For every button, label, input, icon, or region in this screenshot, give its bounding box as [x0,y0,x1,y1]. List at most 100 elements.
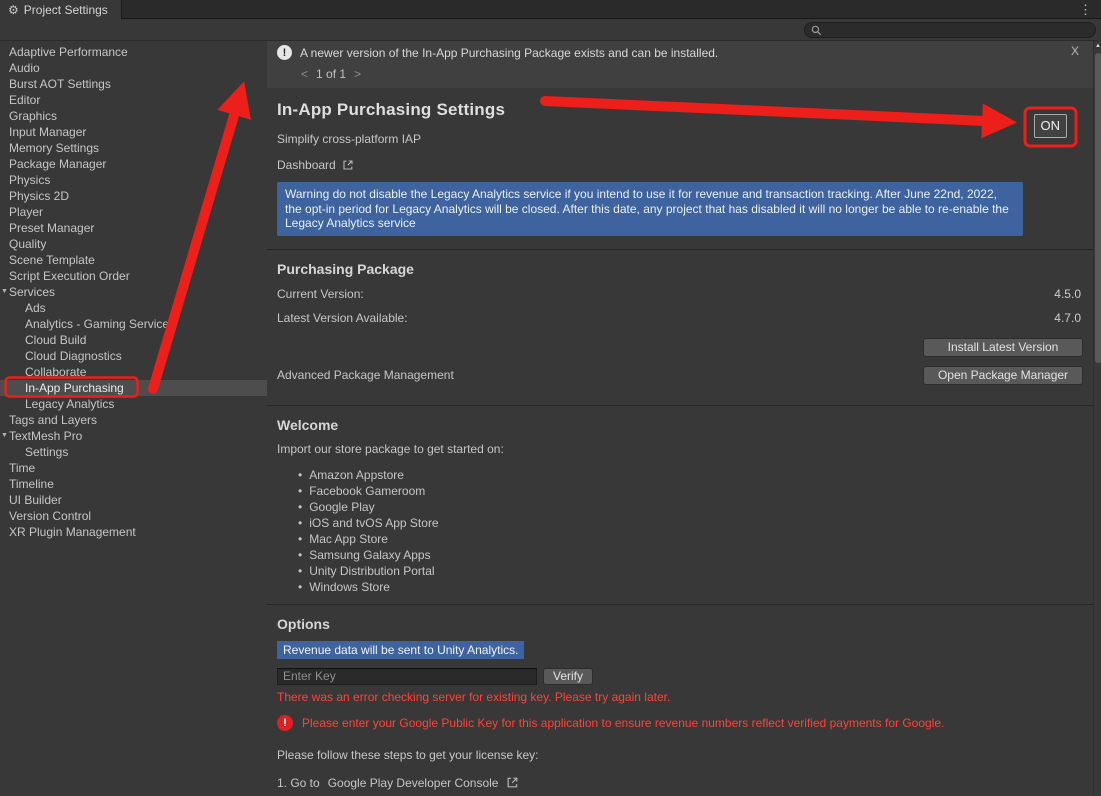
chevron-down-icon[interactable]: ▼ [1,288,8,295]
sidebar-item-adaptive-performance[interactable]: Adaptive Performance [0,44,267,60]
sidebar-item-audio[interactable]: Audio [0,60,267,76]
sidebar-item-player[interactable]: Player [0,204,267,220]
external-link-icon [506,776,519,789]
sidebar-item-services[interactable]: ▼Services [0,284,267,300]
search-field[interactable] [804,22,1096,38]
sidebar-item-ads[interactable]: Ads [0,300,267,316]
legacy-analytics-warning: Warning do not disable the Legacy Analyt… [277,182,1023,236]
scrollbar-thumb[interactable] [1095,53,1101,363]
sidebar-item-physics[interactable]: Physics [0,172,267,188]
sidebar-item-analytics-gaming-services[interactable]: Analytics - Gaming Services [0,316,267,332]
simplify-iap-label: Simplify cross-platform IAP [277,132,1083,146]
sidebar-item-collaborate[interactable]: Collaborate [0,364,267,380]
dashboard-link[interactable]: Dashboard [277,158,354,172]
list-item: •Samsung Galaxy Apps [277,547,1083,563]
scrollbar-up-icon[interactable]: ▲ [1095,43,1101,49]
store-label: Amazon Appstore [309,468,404,482]
bullet-icon: • [298,484,302,498]
sidebar-item-label: Legacy Analytics [25,397,114,411]
sidebar-item-time[interactable]: Time [0,460,267,476]
external-link-icon [342,159,354,171]
sidebar-item-label: Scene Template [9,253,95,267]
sidebar-item-timeline[interactable]: Timeline [0,476,267,492]
sidebar-item-label: UI Builder [9,493,62,507]
chevron-down-icon[interactable]: ▼ [1,432,8,439]
sidebar-item-script-execution-order[interactable]: Script Execution Order [0,268,267,284]
sidebar-item-textmesh-pro[interactable]: ▼TextMesh Pro [0,428,267,444]
vertical-scrollbar[interactable]: ▲ [1093,41,1101,796]
sidebar-item-in-app-purchasing[interactable]: In-App Purchasing [0,380,267,396]
sidebar-item-graphics[interactable]: Graphics [0,108,267,124]
open-package-manager-button[interactable]: Open Package Manager [923,366,1083,385]
banner-page-count: 1 of 1 [316,67,346,81]
sidebar-item-label: Physics 2D [9,189,69,203]
sidebar-item-preset-manager[interactable]: Preset Manager [0,220,267,236]
sidebar-item-xr-plugin-management[interactable]: XR Plugin Management [0,524,267,540]
sidebar-item-cloud-build[interactable]: Cloud Build [0,332,267,348]
sidebar-item-cloud-diagnostics[interactable]: Cloud Diagnostics [0,348,267,364]
divider [267,405,1093,406]
sidebar-item-editor[interactable]: Editor [0,92,267,108]
google-play-console-link[interactable]: Google Play Developer Console [328,776,499,790]
search-icon [811,25,822,36]
kebab-menu-icon[interactable]: ⋮ [1075,1,1096,19]
sidebar-item-scene-template[interactable]: Scene Template [0,252,267,268]
bullet-icon: • [298,580,302,594]
install-latest-version-button[interactable]: Install Latest Version [923,338,1083,357]
bullet-icon: • [298,564,302,578]
bullet-icon: • [298,532,302,546]
sidebar-item-legacy-analytics[interactable]: Legacy Analytics [0,396,267,412]
sidebar-item-physics-2d[interactable]: Physics 2D [0,188,267,204]
google-key-error-text: Please enter your Google Public Key for … [302,716,944,730]
bullet-icon: • [298,548,302,562]
store-label: Windows Store [309,580,390,594]
google-public-key-input[interactable] [277,668,537,685]
store-label: iOS and tvOS App Store [309,516,438,530]
sidebar-item-ui-builder[interactable]: UI Builder [0,492,267,508]
verify-button[interactable]: Verify [543,668,593,685]
sidebar-item-memory-settings[interactable]: Memory Settings [0,140,267,156]
page-title: In-App Purchasing Settings [277,100,1083,120]
list-item: •Unity Distribution Portal [277,563,1083,579]
sidebar-item-label: Version Control [9,509,91,523]
analytics-revenue-notice: Revenue data will be sent to Unity Analy… [277,641,524,659]
settings-panel: ! A newer version of the In-App Purchasi… [267,40,1093,796]
sidebar-item-label: Collaborate [25,365,86,379]
close-icon[interactable]: X [1071,44,1079,58]
sidebar-item-input-manager[interactable]: Input Manager [0,124,267,140]
banner-prev-button[interactable]: < [301,67,308,81]
sidebar-item-label: Package Manager [9,157,106,171]
current-version-label: Current Version: [277,287,364,301]
current-version-value: 4.5.0 [1054,287,1081,301]
sidebar-item-quality[interactable]: Quality [0,236,267,252]
list-item: • Mac App Store [277,531,1083,547]
settings-category-list: Adaptive Performance Audio Burst AOT Set… [0,41,267,796]
notification-banner: ! A newer version of the In-App Purchasi… [267,40,1093,88]
sidebar-item-textmesh-settings[interactable]: Settings [0,444,267,460]
sidebar-item-package-manager[interactable]: Package Manager [0,156,267,172]
banner-next-button[interactable]: > [354,67,361,81]
store-list: •Amazon Appstore •Facebook Gameroom •Goo… [277,467,1083,595]
dashboard-label: Dashboard [277,158,336,172]
divider [267,604,1093,605]
store-label: Mac App Store [309,532,388,546]
sidebar-item-label: Preset Manager [9,221,94,235]
bullet-icon: • [298,516,302,530]
iap-toggle-on-button[interactable]: ON [1034,114,1068,138]
sidebar-item-label: Time [9,461,35,475]
list-item: • Windows Store [277,579,1083,595]
sidebar-item-label: Burst AOT Settings [9,77,111,91]
sidebar-item-label: Audio [9,61,40,75]
search-input[interactable] [826,24,1089,36]
sidebar-item-label: Analytics - Gaming Services [25,317,175,331]
sidebar-item-burst-aot-settings[interactable]: Burst AOT Settings [0,76,267,92]
sidebar-item-version-control[interactable]: Version Control [0,508,267,524]
sidebar-item-label: TextMesh Pro [9,429,82,443]
gear-icon: ⚙ [8,4,19,16]
exclaim-glyph: ! [283,717,287,729]
sidebar-item-tags-and-layers[interactable]: Tags and Layers [0,412,267,428]
latest-version-value: 4.7.0 [1054,311,1081,325]
tab-project-settings[interactable]: ⚙ Project Settings [0,0,122,19]
store-label: Facebook Gameroom [309,484,425,498]
sidebar-item-label: Physics [9,173,50,187]
